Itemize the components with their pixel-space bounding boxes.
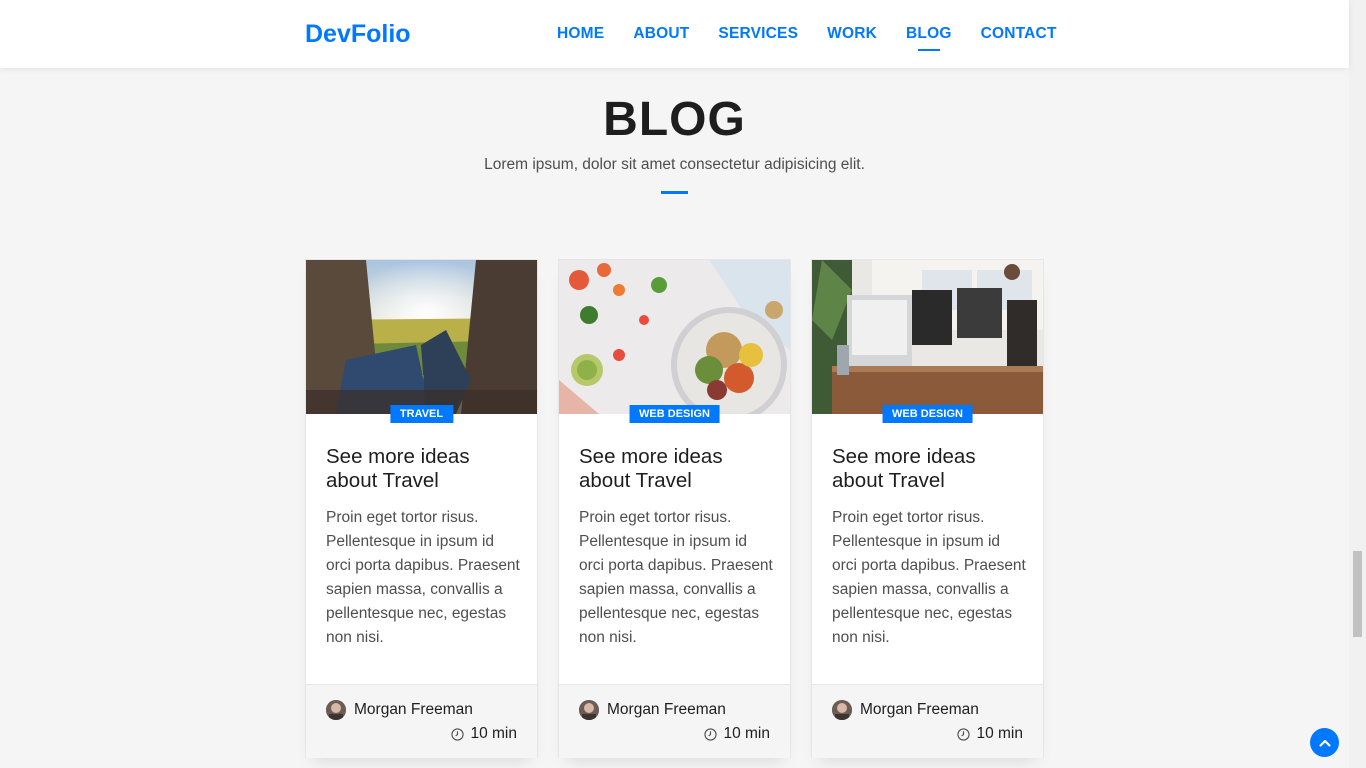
category-badge[interactable]: WEB DESIGN bbox=[629, 405, 720, 423]
food-photo bbox=[559, 260, 790, 414]
nav-link-about[interactable]: ABOUT bbox=[633, 25, 689, 51]
card-title[interactable]: See more ideas about Travel bbox=[579, 445, 774, 493]
card-text: Proin eget tortor risus. Pellentesque in… bbox=[326, 509, 520, 646]
nav-item-home: HOME bbox=[557, 25, 604, 51]
blog-card: WEB DESIGN See more ideas about Travel P… bbox=[811, 259, 1044, 758]
card-footer: Morgan Freeman 10 min bbox=[306, 684, 537, 758]
nav-link-services[interactable]: SERVICES bbox=[718, 25, 798, 51]
card-title[interactable]: See more ideas about Travel bbox=[326, 445, 521, 493]
nav-link-contact[interactable]: CONTACT bbox=[981, 25, 1057, 51]
author-name[interactable]: Morgan Freeman bbox=[354, 701, 473, 719]
read-time: 10 min bbox=[451, 725, 517, 743]
card-image-travel[interactable] bbox=[306, 260, 537, 414]
avatar bbox=[326, 700, 346, 720]
section-subtitle: Lorem ipsum, dolor sit amet consectetur … bbox=[484, 156, 865, 173]
read-time: 10 min bbox=[704, 725, 770, 743]
card-text: Proin eget tortor risus. Pellentesque in… bbox=[832, 509, 1026, 646]
section-title: BLOG bbox=[603, 93, 746, 146]
author-name[interactable]: Morgan Freeman bbox=[607, 701, 726, 719]
clock-icon bbox=[957, 727, 971, 741]
card-text: Proin eget tortor risus. Pellentesque in… bbox=[579, 509, 773, 646]
nav-link-home[interactable]: HOME bbox=[557, 25, 604, 51]
nav-item-services: SERVICES bbox=[718, 25, 798, 51]
back-to-top-button[interactable] bbox=[1310, 728, 1339, 757]
read-time: 10 min bbox=[957, 725, 1023, 743]
chevron-up-icon bbox=[1318, 739, 1331, 747]
nav-link-work[interactable]: WORK bbox=[827, 25, 877, 51]
avatar bbox=[579, 700, 599, 720]
clock-icon bbox=[451, 727, 465, 741]
nav-item-blog: BLOG bbox=[906, 25, 952, 51]
clock-icon bbox=[704, 727, 718, 741]
office-photo bbox=[812, 260, 1043, 414]
blog-card: WEB DESIGN See more ideas about Travel P… bbox=[558, 259, 791, 758]
author-name[interactable]: Morgan Freeman bbox=[860, 701, 979, 719]
avatar bbox=[832, 700, 852, 720]
card-footer: Morgan Freeman 10 min bbox=[812, 684, 1043, 758]
card-image-food[interactable] bbox=[559, 260, 790, 414]
nav-link-blog[interactable]: BLOG bbox=[906, 25, 952, 51]
nav-item-about: ABOUT bbox=[633, 25, 689, 51]
read-time-value: 10 min bbox=[723, 725, 770, 742]
category-badge[interactable]: WEB DESIGN bbox=[882, 405, 973, 423]
read-time-value: 10 min bbox=[470, 725, 517, 742]
travel-photo bbox=[306, 260, 537, 414]
blog-card: TRAVEL See more ideas about Travel Proin… bbox=[305, 259, 538, 758]
read-time-value: 10 min bbox=[976, 725, 1023, 742]
scrollbar-thumb[interactable] bbox=[1353, 551, 1362, 637]
nav-item-contact: CONTACT bbox=[981, 25, 1057, 51]
navbar: DevFolio HOME ABOUT SERVICES WORK BLOG C… bbox=[0, 0, 1349, 68]
card-title[interactable]: See more ideas about Travel bbox=[832, 445, 1027, 493]
card-footer: Morgan Freeman 10 min bbox=[559, 684, 790, 758]
title-divider bbox=[661, 191, 688, 194]
category-badge[interactable]: TRAVEL bbox=[389, 405, 454, 423]
card-image-office[interactable] bbox=[812, 260, 1043, 414]
brand-logo[interactable]: DevFolio bbox=[305, 20, 411, 49]
nav-item-work: WORK bbox=[827, 25, 877, 51]
scrollbar[interactable] bbox=[1349, 0, 1366, 768]
nav-menu: HOME ABOUT SERVICES WORK BLOG CONTACT bbox=[557, 25, 1086, 51]
